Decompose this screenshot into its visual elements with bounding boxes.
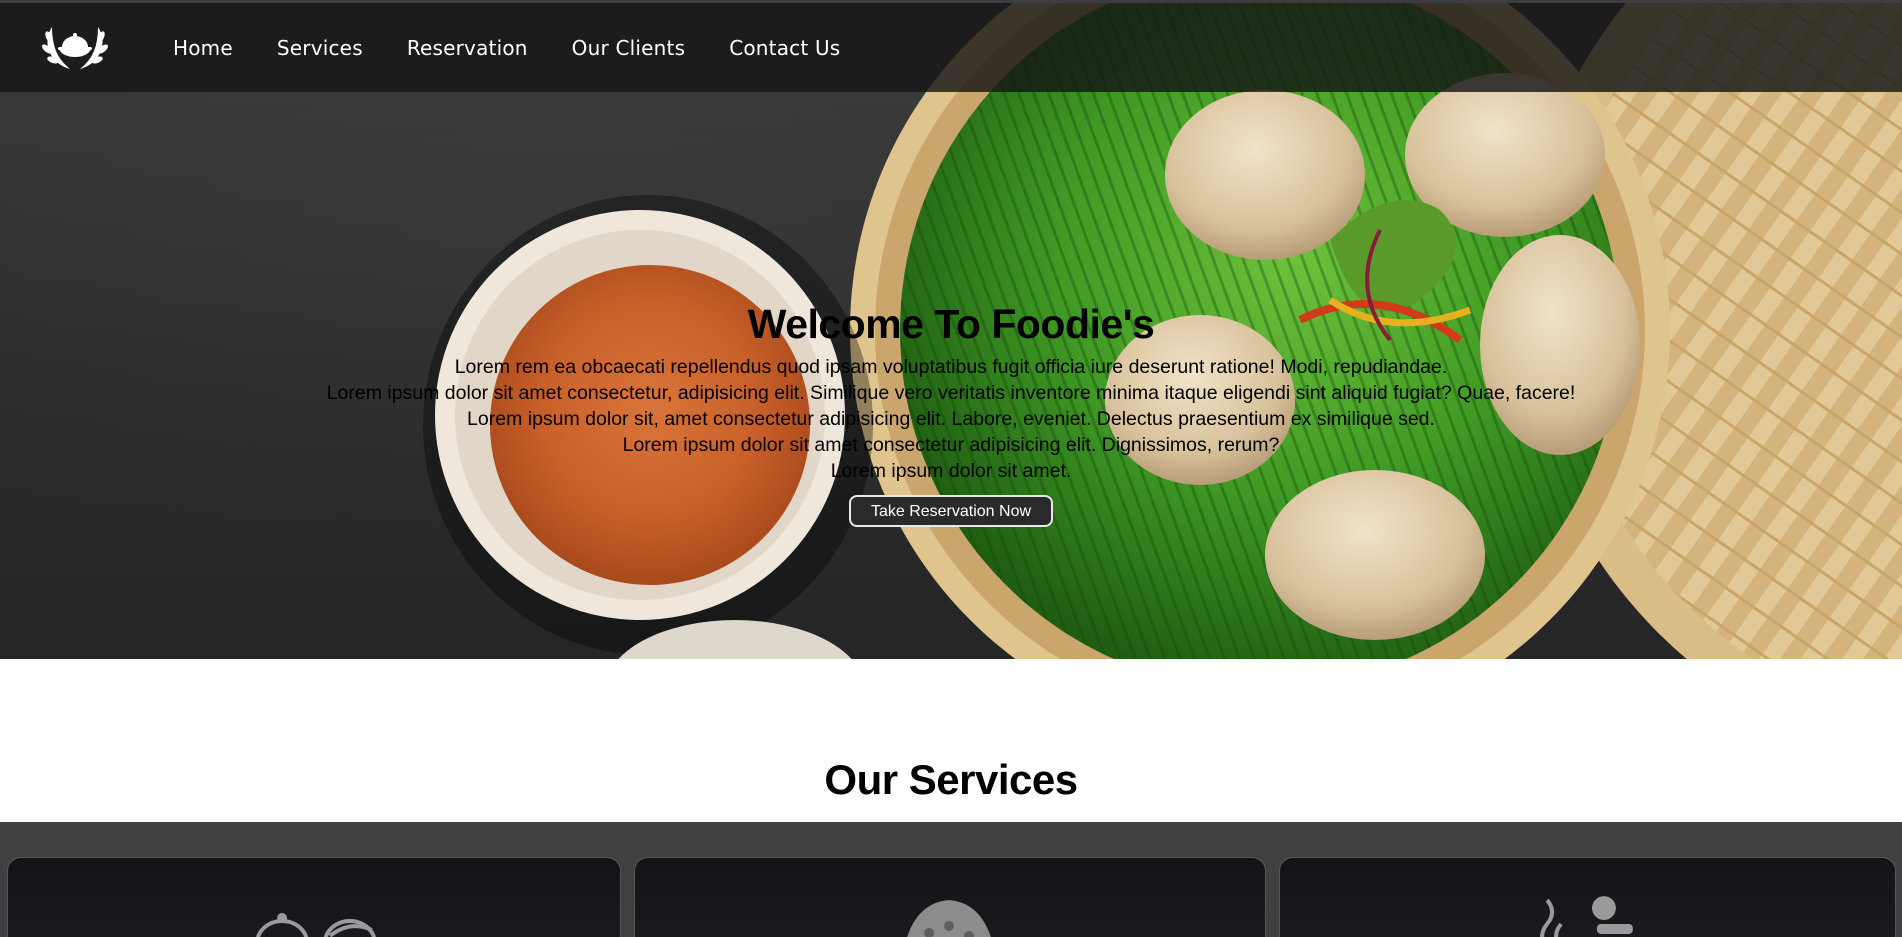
hero-line: Lorem ipsum dolor sit, amet consectetur …: [467, 408, 1435, 430]
nav-contact-us[interactable]: Contact Us: [729, 36, 840, 60]
services-heading: Our Services: [824, 756, 1078, 803]
service-card-dumplings[interactable]: [634, 857, 1266, 937]
hero-content: Welcome To Foodie's Lorem rem ea obcaeca…: [0, 296, 1902, 527]
nav-links: Home Services Reservation Our Clients Co…: [173, 3, 884, 92]
hero-title: Welcome To Foodie's: [747, 301, 1155, 347]
nav-home[interactable]: Home: [173, 36, 233, 60]
hero-line: Lorem ipsum dolor sit amet.: [830, 460, 1072, 482]
hero-line: Lorem rem ea obcaecati repellendus quod …: [454, 356, 1448, 378]
hero-line: Lorem ipsum dolor sit amet consectetur, …: [326, 382, 1576, 404]
top-navbar: Home Services Reservation Our Clients Co…: [0, 3, 1902, 92]
service-card-catering[interactable]: [7, 857, 621, 937]
nav-our-clients[interactable]: Our Clients: [572, 36, 686, 60]
laurel-cloche-logo-icon[interactable]: [40, 17, 110, 77]
service-card-chef[interactable]: [1279, 857, 1896, 937]
hero-line: Lorem ipsum dolor sit amet consectetur a…: [622, 434, 1280, 456]
nav-services[interactable]: Services: [277, 36, 363, 60]
chef-steam-icon: [1540, 896, 1633, 937]
take-reservation-button[interactable]: Take Reservation Now: [848, 495, 1054, 527]
dumpling-icon: [907, 900, 991, 937]
hero-section: Home Services Reservation Our Clients Co…: [0, 0, 1902, 659]
nav-reservation[interactable]: Reservation: [407, 36, 528, 60]
services-band: [0, 822, 1902, 937]
hero-description: Lorem rem ea obcaecati repellendus quod …: [0, 354, 1902, 484]
serving-cloche-icon: [256, 913, 376, 937]
